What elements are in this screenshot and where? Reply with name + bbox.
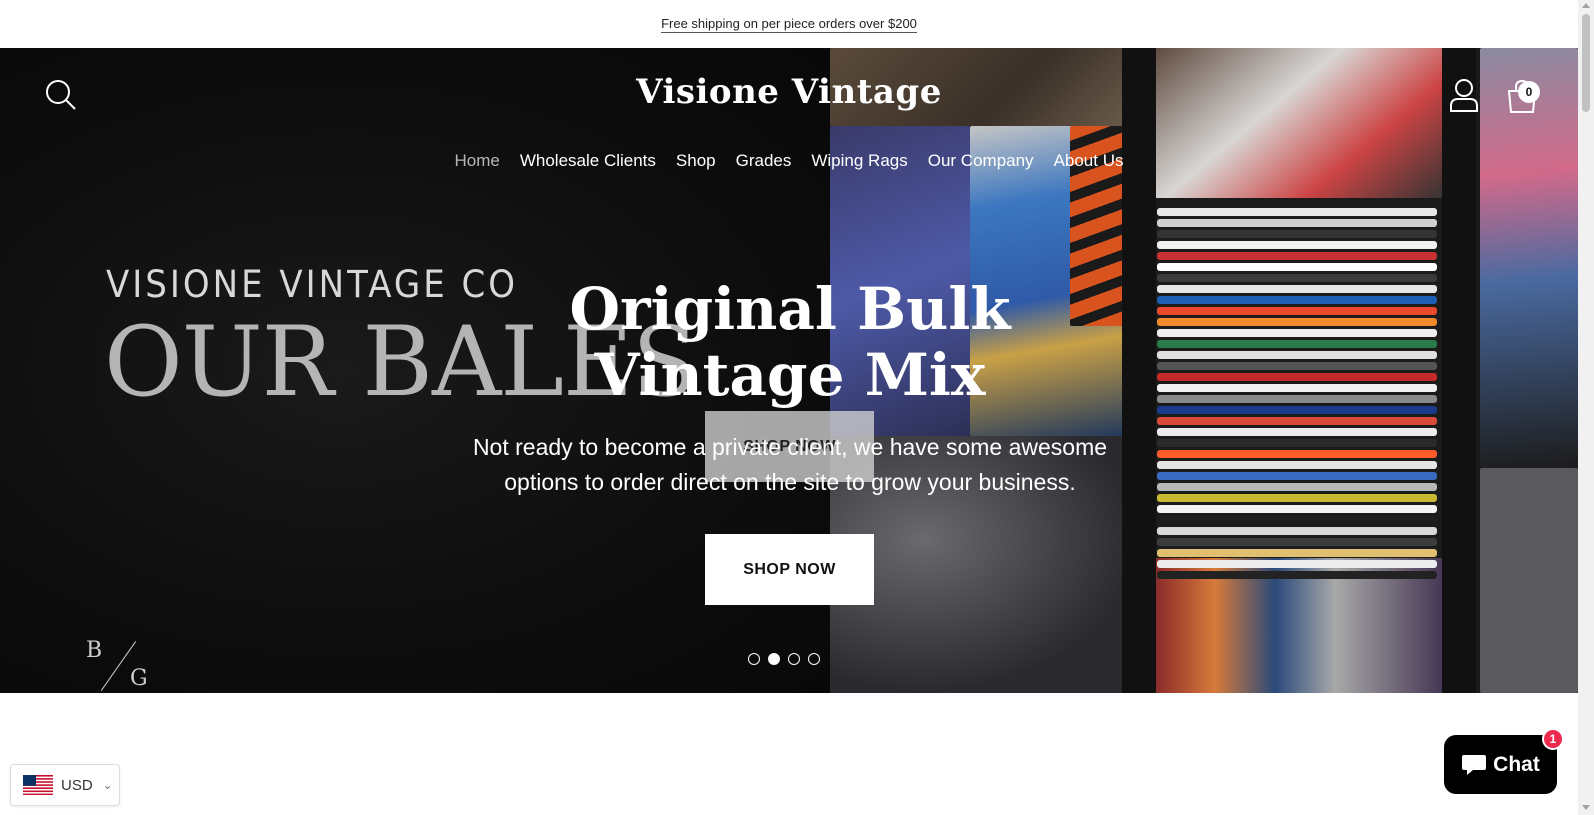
collage-photo-wall: [1480, 468, 1578, 693]
monogram-letter-b: B: [86, 638, 103, 663]
cart-count-badge: 0: [1518, 81, 1540, 103]
slideshow-dots: [748, 653, 820, 665]
nav-item-about-us[interactable]: About Us: [1054, 151, 1124, 171]
chat-bubble-icon: [1462, 754, 1487, 775]
hero-monogram: B G: [84, 638, 154, 693]
scroll-down-icon[interactable]: [1582, 805, 1590, 810]
film-strip-right: [1442, 48, 1476, 693]
nav-item-wholesale-clients[interactable]: Wholesale Clients: [520, 151, 656, 171]
page-scrollbar[interactable]: [1578, 0, 1594, 815]
slide-dot-4[interactable]: [808, 653, 820, 665]
nav-item-home[interactable]: Home: [454, 151, 499, 171]
hero-watermark-brand: VISIONE VINTAGE CO: [106, 263, 519, 307]
store-logo[interactable]: Visione Vintage: [0, 72, 1578, 112]
collage-photo-folded-tees: [1157, 208, 1437, 588]
hero-title: Original Bulk Vintage Mix: [569, 275, 1011, 409]
main-nav: Home Wholesale Clients Shop Grades Wipin…: [0, 151, 1578, 171]
chat-button[interactable]: Chat: [1444, 735, 1557, 794]
film-strip-left: [1122, 48, 1156, 693]
chevron-down-icon: ⌄: [102, 778, 113, 792]
account-icon[interactable]: [1449, 78, 1479, 112]
hero-banner: VISIONE VINTAGE CO OUR BALES B G SHOP NO…: [0, 48, 1578, 693]
announcement-bar: Free shipping on per piece orders over $…: [0, 0, 1578, 48]
chat-label: Chat: [1493, 752, 1540, 776]
slide-dot-1[interactable]: [748, 653, 760, 665]
hero-subtitle: Not ready to become a private client, we…: [472, 434, 1108, 495]
chat-notification-badge: 1: [1542, 728, 1564, 750]
us-flag-icon: [23, 775, 53, 795]
nav-item-grades[interactable]: Grades: [736, 151, 792, 171]
scroll-up-icon[interactable]: [1582, 3, 1590, 8]
announcement-link[interactable]: Free shipping on per piece orders over $…: [661, 16, 917, 33]
nav-item-our-company[interactable]: Our Company: [928, 151, 1034, 171]
slide-dot-3[interactable]: [788, 653, 800, 665]
collage-photo-white-shirt: [1155, 48, 1445, 198]
currency-code: USD: [61, 776, 93, 794]
nav-item-wiping-rags[interactable]: Wiping Rags: [811, 151, 907, 171]
monogram-letter-g: G: [130, 666, 148, 691]
slide-dot-2[interactable]: [768, 653, 780, 665]
nav-item-shop[interactable]: Shop: [676, 151, 716, 171]
currency-selector[interactable]: USD ⌄: [10, 764, 120, 806]
shop-now-button[interactable]: SHOP NOW: [705, 534, 874, 605]
scrollbar-thumb[interactable]: [1582, 14, 1590, 112]
